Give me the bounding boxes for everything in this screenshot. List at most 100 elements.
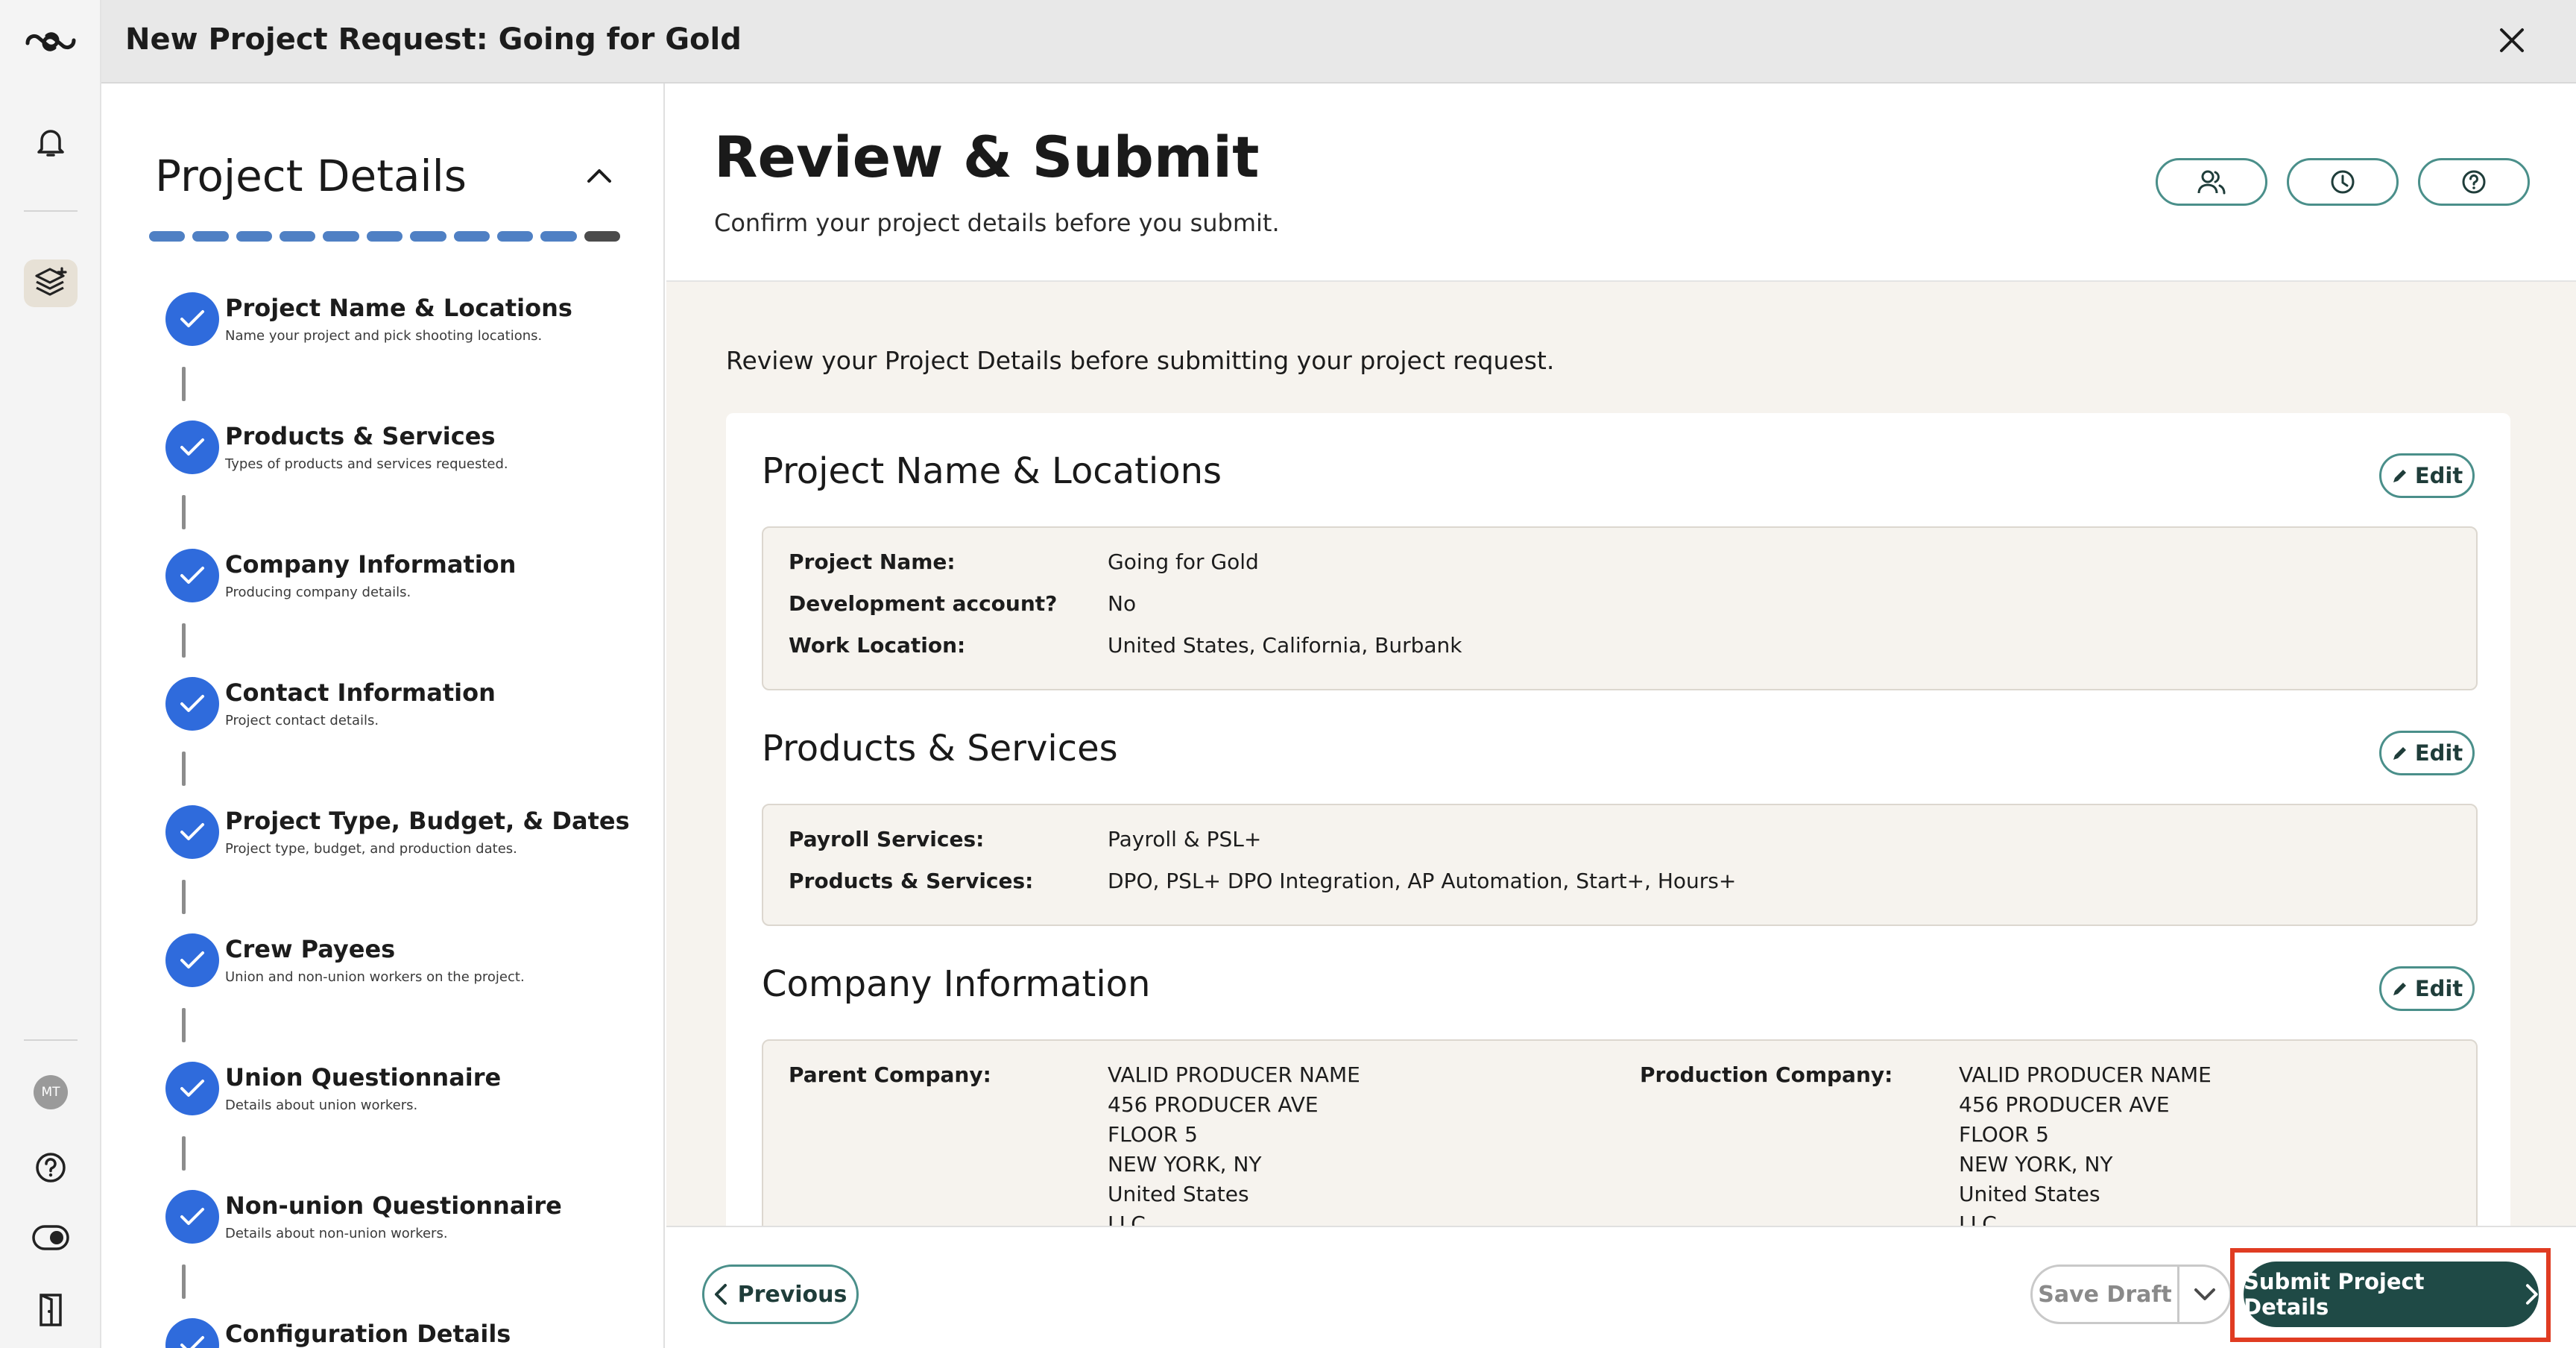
edit-project-button[interactable]: Edit <box>2379 453 2475 498</box>
step-company-information[interactable]: Company Information Producing company de… <box>165 549 643 605</box>
check-icon <box>165 1062 219 1115</box>
rail-divider <box>24 210 78 212</box>
chevron-right-icon <box>2526 1284 2539 1305</box>
info-key: Payroll Services: <box>789 827 985 851</box>
step-desc: Project contact details. <box>225 713 379 728</box>
check-icon <box>165 1190 219 1244</box>
help-icon[interactable] <box>0 1151 101 1184</box>
left-rail: MT <box>0 0 101 1348</box>
step-desc: Name your project and pick shooting loca… <box>225 328 543 344</box>
step-project-name-locations[interactable]: Project Name & Locations Name your proje… <box>165 292 643 349</box>
check-icon <box>165 421 219 474</box>
section-title-project: Project Name & Locations <box>762 450 1222 492</box>
address-line: United States <box>1959 1182 2100 1206</box>
step-desc: Types of products and services requested… <box>225 456 508 472</box>
edit-label: Edit <box>2414 463 2463 488</box>
exit-door-icon[interactable] <box>0 1293 101 1327</box>
step-union-questionnaire[interactable]: Union Questionnaire Details about union … <box>165 1062 643 1118</box>
step-project-type-budget-dates[interactable]: Project Type, Budget, & Dates Project ty… <box>165 805 643 862</box>
submit-label: Submit Project Details <box>2244 1269 2425 1320</box>
save-draft-group: Save Draft <box>2030 1264 2232 1324</box>
review-intro: Review your Project Details before submi… <box>726 346 1555 375</box>
previous-button[interactable]: Previous <box>702 1264 859 1324</box>
review-content: Review your Project Details before submi… <box>666 282 2576 1226</box>
steps-title: Project Details <box>155 151 467 201</box>
address-line: NEW YORK, NY <box>1108 1152 1262 1177</box>
bell-icon[interactable] <box>0 125 101 158</box>
section-title-products: Products & Services <box>762 728 1118 769</box>
step-non-union-questionnaire[interactable]: Non-union Questionnaire Details about no… <box>165 1190 643 1247</box>
collaborators-button[interactable] <box>2156 158 2267 206</box>
step-name: Products & Services <box>225 422 496 450</box>
previous-label: Previous <box>737 1281 847 1308</box>
save-draft-button[interactable]: Save Draft <box>2033 1282 2177 1308</box>
info-value: Payroll & PSL+ <box>1108 827 1262 851</box>
info-key: Products & Services: <box>789 869 1034 893</box>
help-button[interactable] <box>2418 158 2530 206</box>
step-name: Crew Payees <box>225 935 396 963</box>
progress-segment <box>149 231 186 242</box>
save-options-button[interactable] <box>2179 1287 2229 1302</box>
project-info-box: Project Name: Going for Gold Development… <box>762 526 2478 690</box>
user-avatar[interactable]: MT <box>0 1075 101 1109</box>
step-contact-information[interactable]: Contact Information Project contact deta… <box>165 677 643 734</box>
page-header: Review & Submit Confirm your project det… <box>666 84 2576 282</box>
step-configuration-details[interactable]: Configuration Details <box>165 1318 643 1348</box>
step-name: Non-union Questionnaire <box>225 1191 562 1220</box>
clock-icon <box>2331 170 2355 194</box>
step-connector <box>182 880 186 914</box>
info-value: No <box>1108 591 1137 616</box>
edit-label: Edit <box>2414 740 2463 766</box>
pencil-icon <box>2393 747 2406 760</box>
page-subtitle: Confirm your project details before you … <box>714 209 1280 237</box>
step-name: Project Type, Budget, & Dates <box>225 807 630 835</box>
info-value: United States, California, Burbank <box>1108 633 1462 658</box>
edit-products-button[interactable]: Edit <box>2379 731 2475 775</box>
address-line: 456 PRODUCER AVE <box>1108 1092 1319 1117</box>
address-line: LLC <box>1108 1212 1146 1226</box>
step-name: Company Information <box>225 550 517 579</box>
section-title-company: Company Information <box>762 963 1151 1005</box>
history-button[interactable] <box>2287 158 2399 206</box>
progress-segment <box>192 231 229 242</box>
step-connector <box>182 1136 186 1171</box>
chevron-left-icon <box>714 1284 727 1305</box>
progress-segment <box>496 231 534 242</box>
address-line: United States <box>1108 1182 1249 1206</box>
step-connector <box>182 495 186 529</box>
products-info-box: Payroll Services: Payroll & PSL+ Product… <box>762 804 2478 926</box>
address-line: FLOOR 5 <box>1959 1122 2049 1147</box>
progress-segment <box>280 231 316 242</box>
step-desc: Project type, budget, and production dat… <box>225 841 517 857</box>
step-connector <box>182 1264 186 1299</box>
step-products-services[interactable]: Products & Services Types of products an… <box>165 421 643 477</box>
step-name: Project Name & Locations <box>225 294 572 322</box>
address-line: NEW YORK, NY <box>1959 1152 2113 1177</box>
progress-segment <box>366 231 403 242</box>
rail-item-projects[interactable] <box>0 259 101 307</box>
step-name: Union Questionnaire <box>225 1063 502 1092</box>
chevron-down-icon <box>2194 1288 2215 1300</box>
check-icon <box>165 1318 219 1348</box>
info-key: Project Name: <box>789 549 956 574</box>
edit-company-button[interactable]: Edit <box>2379 966 2475 1011</box>
address-line: VALID PRODUCER NAME <box>1959 1062 2212 1087</box>
check-icon <box>165 549 219 602</box>
check-icon <box>165 292 219 346</box>
production-company-label: Production Company: <box>1640 1062 1893 1087</box>
step-crew-payees[interactable]: Crew Payees Union and non-union workers … <box>165 933 643 990</box>
progress-segment-current <box>584 231 620 242</box>
close-icon[interactable] <box>2493 21 2531 60</box>
progress-segment <box>410 231 446 242</box>
progress-segment <box>236 231 273 242</box>
logo-icon[interactable] <box>0 25 101 58</box>
address-line: FLOOR 5 <box>1108 1122 1198 1147</box>
edit-label: Edit <box>2414 976 2463 1001</box>
toggle-icon[interactable] <box>0 1223 101 1253</box>
step-desc: Producing company details. <box>225 585 411 600</box>
progress-segment <box>323 231 359 242</box>
check-icon <box>165 933 219 987</box>
chevron-up-icon[interactable] <box>581 158 617 194</box>
company-info-box: Parent Company: VALID PRODUCER NAME 456 … <box>762 1039 2478 1226</box>
submit-project-details-button[interactable]: Submit Project Details <box>2244 1262 2539 1327</box>
